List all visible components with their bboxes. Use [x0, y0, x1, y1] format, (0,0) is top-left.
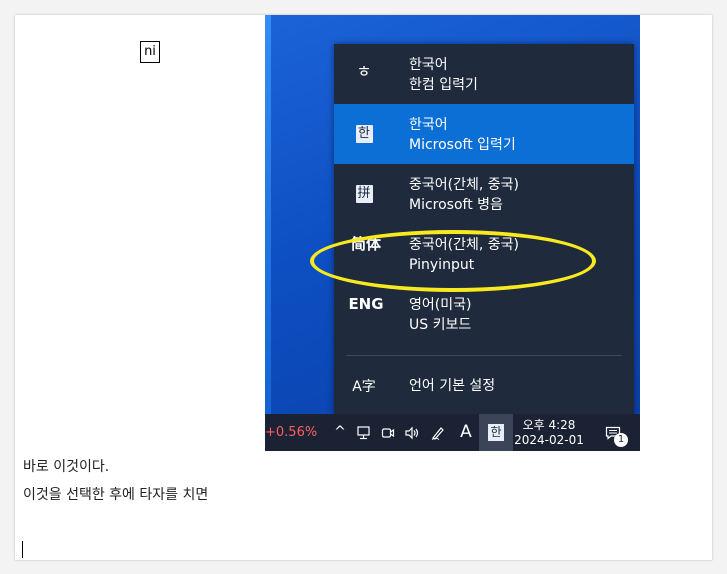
english-icon: ENG	[348, 295, 384, 313]
pen-icon[interactable]	[427, 414, 449, 451]
body-line-2: 이것을 선택한 후에 타자를 치면	[23, 487, 209, 503]
ime-item-hancom[interactable]: ㅎ 한국어 한컴 입력기	[334, 44, 634, 104]
desktop-glow	[265, 15, 271, 415]
system-clock[interactable]: 오후 4:28 2024-02-01	[511, 418, 587, 448]
ime-language-menu: ㅎ 한국어 한컴 입력기 한 한국어 Microsoft 입력기 拼 중국어(간…	[334, 44, 634, 414]
hangul-h-icon: ㅎ	[356, 62, 372, 81]
ime-item-method: US 키보드	[409, 317, 472, 333]
menu-divider	[346, 355, 622, 356]
ime-item-language: 중국어(간체, 중국)	[409, 177, 519, 193]
ime-item-english-us[interactable]: ENG 영어(미국) US 키보드	[334, 284, 634, 344]
pinyin-icon: 拼	[355, 185, 373, 203]
ime-item-language: 영어(미국)	[409, 297, 472, 313]
stock-ticker[interactable]: +0.56%	[265, 414, 317, 451]
ime-item-method: Microsoft 입력기	[409, 137, 516, 153]
ime-item-method: Microsoft 병음	[409, 197, 503, 213]
language-settings-link[interactable]: A字 언어 기본 설정	[334, 362, 634, 412]
hangul-han-icon: 한	[352, 120, 376, 144]
language-settings-icon: A字	[352, 379, 376, 395]
ime-item-language: 한국어	[409, 117, 448, 133]
screenshot-image: ㅎ 한국어 한컴 입력기 한 한국어 Microsoft 입력기 拼 중국어(간…	[265, 15, 640, 451]
composition-overlay: ni	[140, 41, 160, 63]
network-icon[interactable]	[353, 414, 375, 451]
volume-icon[interactable]	[401, 414, 423, 451]
ime-item-language: 한국어	[409, 57, 448, 73]
body-line-1: 바로 이것이다.	[23, 459, 110, 475]
document-page: ni ㅎ 한국어 한컴 입력기 한 한국어 Microsoft 입력기 拼 중국…	[15, 15, 712, 560]
language-settings-label: 언어 기본 설정	[409, 378, 496, 394]
show-hidden-icons-chevron-icon[interactable]: ^	[331, 414, 349, 451]
ime-item-microsoft-pinyin[interactable]: 拼 중국어(간체, 중국) Microsoft 병음	[334, 164, 634, 224]
text-cursor	[22, 541, 23, 558]
highlight-annotation	[310, 230, 596, 292]
clock-date: 2024-02-01	[514, 433, 584, 447]
notification-count-badge: 1	[614, 433, 628, 447]
ime-language-indicator[interactable]: 한	[479, 414, 513, 451]
taskbar: +0.56% ^ A 한 오후 4:28 2024-02-01 1	[265, 414, 640, 451]
ime-item-microsoft-korean[interactable]: 한 한국어 Microsoft 입력기	[334, 104, 634, 164]
ime-mode-indicator[interactable]: A	[455, 414, 477, 451]
clock-time: 오후 4:28	[522, 418, 576, 432]
ime-item-method: 한컴 입력기	[409, 77, 478, 93]
meet-now-icon[interactable]	[377, 414, 399, 451]
